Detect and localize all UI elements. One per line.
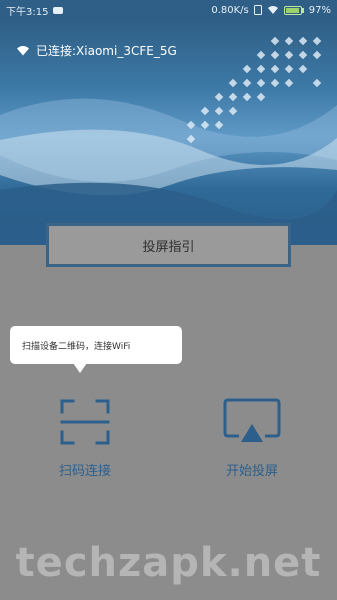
- scan-icon: [60, 399, 110, 445]
- wifi-status: 已连接:Xiaomi_3CFE_5G: [16, 42, 177, 59]
- screen-cast-icon: [223, 398, 281, 442]
- tooltip-arrow: [73, 363, 87, 373]
- wifi-status-text: 已连接:Xiaomi_3CFE_5G: [36, 44, 177, 58]
- status-time: 下午3:15: [6, 6, 49, 18]
- watermark: techzapk.net: [15, 540, 322, 586]
- tooltip: 扫描设备二维码，连接WiFi: [10, 326, 182, 364]
- status-bar: 下午3:15 0.80K/s 97%: [0, 0, 337, 20]
- screen-cast-guide-button[interactable]: 投屏指引: [46, 223, 291, 267]
- scan-connect-button[interactable]: 扫码连接: [40, 398, 130, 482]
- banner: 已连接:Xiaomi_3CFE_5G: [0, 20, 337, 245]
- status-bar-right: 0.80K/s 97%: [211, 5, 331, 16]
- status-bar-left: 下午3:15: [6, 3, 64, 18]
- guide-button-label: 投屏指引: [142, 239, 195, 255]
- sim-icon: [253, 5, 262, 15]
- battery-level: 97%: [308, 4, 331, 16]
- tooltip-text: 扫描设备二维码，连接WiFi: [22, 341, 131, 352]
- chat-icon: [53, 6, 64, 14]
- wifi-icon: [17, 46, 29, 56]
- battery-tip: [301, 7, 304, 13]
- scan-connect-label: 扫码连接: [58, 464, 111, 479]
- wifi-signal-icon: [267, 6, 278, 14]
- start-cast-button[interactable]: 开始投屏: [207, 398, 297, 482]
- battery-icon: [283, 5, 302, 15]
- start-cast-label: 开始投屏: [225, 464, 278, 479]
- network-speed: 0.80K/s: [211, 4, 249, 16]
